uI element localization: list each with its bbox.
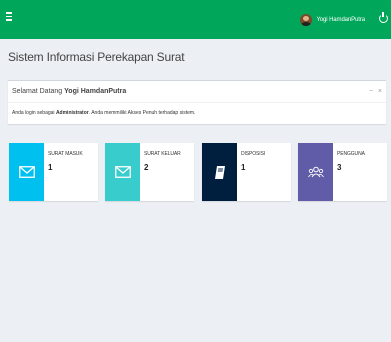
card-value: 2 xyxy=(144,163,149,172)
card-label: SURAT MASUK xyxy=(48,151,83,157)
top-navbar: Yogi HamdanPutra xyxy=(0,0,391,39)
card-pengguna[interactable]: PENGGUNA 3 xyxy=(298,143,387,201)
card-icon-box xyxy=(202,143,237,201)
welcome-message: Anda login sebagai Administrator. Anda m… xyxy=(8,103,386,116)
power-icon[interactable] xyxy=(379,12,388,23)
card-value: 3 xyxy=(337,163,342,172)
user-role: Administrator xyxy=(55,110,89,116)
minimize-button[interactable]: − xyxy=(369,88,373,95)
menu-toggle-icon[interactable] xyxy=(6,12,14,22)
card-icon-box xyxy=(9,143,44,201)
card-disposisi[interactable]: DISPOSISI 1 xyxy=(202,143,291,201)
card-label: PENGGUNA xyxy=(337,151,365,157)
card-surat-masuk[interactable]: SURAT MASUK 1 xyxy=(9,143,98,201)
card-value: 1 xyxy=(241,163,246,172)
close-button[interactable]: × xyxy=(378,88,382,95)
welcome-greeting: Selamat Datang xyxy=(12,88,65,95)
welcome-header: Selamat Datang Yogi HamdanPutra xyxy=(8,81,386,103)
book-icon xyxy=(214,165,225,179)
users-icon xyxy=(307,166,324,178)
avatar xyxy=(300,14,313,26)
user-name: Yogi HamdanPutra xyxy=(316,17,365,23)
page-title: Sistem Informasi Perekapan Surat xyxy=(8,50,185,64)
login-suffix: . Anda memmiliki Akses Penuh terhadap si… xyxy=(88,110,196,116)
card-surat-keluar[interactable]: SURAT KELUAR 2 xyxy=(105,143,194,201)
welcome-box: Selamat Datang Yogi HamdanPutra − × Anda… xyxy=(8,80,386,124)
user-menu[interactable]: Yogi HamdanPutra xyxy=(300,13,365,27)
card-value: 1 xyxy=(48,163,53,172)
envelope-icon xyxy=(114,166,131,178)
login-prefix: Anda login sebagai xyxy=(12,110,56,116)
card-icon-box xyxy=(298,143,333,201)
card-label: SURAT KELUAR xyxy=(144,151,181,157)
box-tools: − × xyxy=(369,88,382,95)
welcome-user-name: Yogi HamdanPutra xyxy=(64,88,127,95)
card-icon-box xyxy=(105,143,140,201)
envelope-icon xyxy=(18,166,35,178)
card-label: DISPOSISI xyxy=(241,151,266,157)
